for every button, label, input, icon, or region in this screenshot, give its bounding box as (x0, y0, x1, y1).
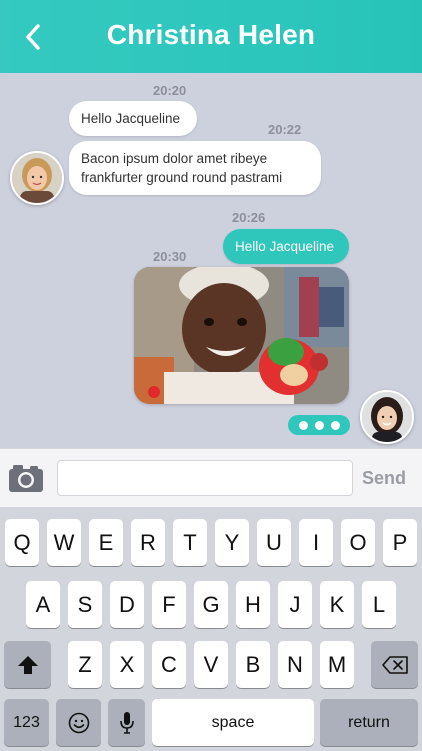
key-y[interactable]: Y (215, 519, 249, 566)
key-g[interactable]: G (194, 581, 228, 628)
send-button[interactable]: Send (362, 468, 406, 489)
chat-area[interactable]: 20:20 Hello Jacqueline 20:22 Bacon ipsum… (0, 73, 422, 448)
typing-dot (330, 420, 340, 430)
key-k[interactable]: K (320, 581, 354, 628)
key-c[interactable]: C (152, 641, 186, 688)
incoming-message-bubble[interactable]: Hello Jacqueline (69, 101, 197, 136)
outgoing-message-bubble[interactable]: Hello Jacqueline (223, 229, 349, 264)
key-x[interactable]: X (110, 641, 144, 688)
key-a[interactable]: A (26, 581, 60, 628)
key-h[interactable]: H (236, 581, 270, 628)
key-q[interactable]: Q (5, 519, 39, 566)
key-e[interactable]: E (89, 519, 123, 566)
typing-dot (314, 420, 324, 430)
backspace-key[interactable] (371, 641, 418, 688)
space-key[interactable]: space (152, 699, 314, 746)
key-m[interactable]: M (320, 641, 354, 688)
numbers-key[interactable]: 123 (4, 699, 49, 746)
key-w[interactable]: W (47, 519, 81, 566)
chat-header: Christina Helen (0, 0, 422, 73)
key-o[interactable]: O (341, 519, 375, 566)
message-timestamp: 20:30 (153, 249, 187, 264)
camera-button[interactable] (8, 463, 44, 493)
key-v[interactable]: V (194, 641, 228, 688)
camera-icon (9, 465, 43, 492)
typing-indicator (288, 415, 350, 435)
return-key[interactable]: return (320, 699, 418, 746)
message-composer: Send (0, 448, 422, 507)
message-timestamp: 20:26 (232, 210, 266, 225)
contact-avatar[interactable] (10, 151, 64, 205)
key-f[interactable]: F (152, 581, 186, 628)
key-u[interactable]: U (257, 519, 291, 566)
photo-message[interactable] (134, 267, 349, 404)
key-l[interactable]: L (362, 581, 396, 628)
message-input[interactable] (57, 460, 353, 496)
user-avatar[interactable] (360, 390, 414, 444)
typing-dot (298, 420, 308, 430)
key-z[interactable]: Z (68, 641, 102, 688)
microphone-icon (119, 711, 134, 734)
message-timestamp: 20:20 (153, 83, 187, 98)
key-i[interactable]: I (299, 519, 333, 566)
emoji-icon (68, 712, 89, 733)
incoming-message-bubble[interactable]: Bacon ipsum dolor amet ribeye frankfurte… (69, 141, 321, 195)
contact-avatar-image (12, 153, 62, 203)
shift-icon (17, 655, 38, 674)
message-timestamp: 20:22 (268, 122, 302, 137)
key-s[interactable]: S (68, 581, 102, 628)
dictation-key[interactable] (108, 699, 145, 746)
backspace-icon (381, 655, 408, 674)
onscreen-keyboard: Q W E R T Y U I O P A S D F G H J K L Z … (0, 507, 422, 751)
key-n[interactable]: N (278, 641, 312, 688)
key-j[interactable]: J (278, 581, 312, 628)
child-photo-image (134, 267, 349, 404)
shift-key[interactable] (4, 641, 51, 688)
contact-name-title: Christina Helen (106, 19, 316, 50)
key-b[interactable]: B (236, 641, 270, 688)
key-d[interactable]: D (110, 581, 144, 628)
user-avatar-image (362, 392, 412, 442)
emoji-key[interactable] (56, 699, 101, 746)
key-r[interactable]: R (131, 519, 165, 566)
key-t[interactable]: T (173, 519, 207, 566)
key-p[interactable]: P (383, 519, 417, 566)
